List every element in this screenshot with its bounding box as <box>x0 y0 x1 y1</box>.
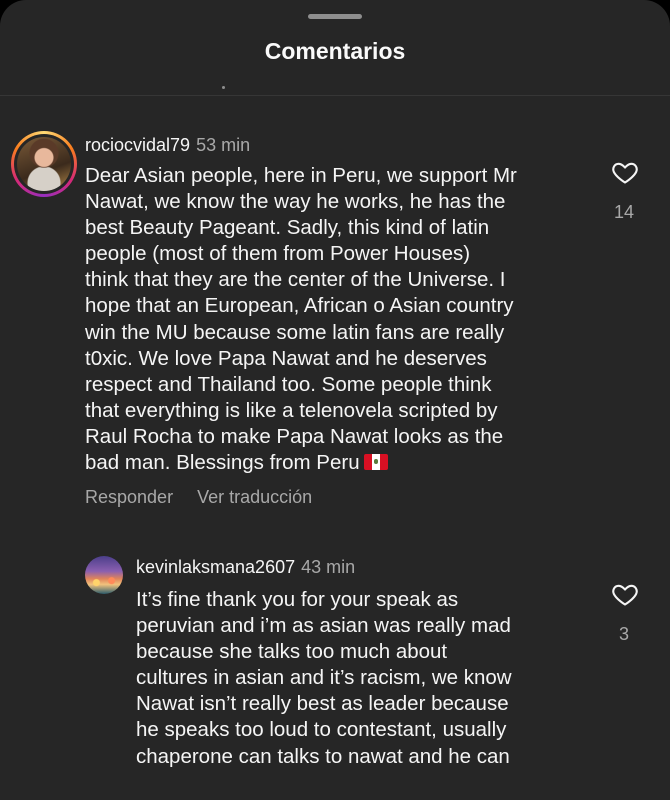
header-divider <box>0 95 670 96</box>
comment-line: Dear Asian people, here in Peru, we supp… <box>85 164 517 187</box>
comment-line-last: bad man. Blessings from Peru <box>85 450 517 476</box>
comments-sheet: Comentarios rociocvidal79 53 min Dear Asi… <box>0 0 670 800</box>
comment-time: 53 min <box>196 135 251 155</box>
translate-button[interactable]: Ver traducción <box>197 487 312 508</box>
comment-line: he speaks too loud to contestant, usuall… <box>136 718 507 742</box>
separator-dot <box>222 86 225 89</box>
comment-line: bad man. Blessings from Peru <box>85 451 360 475</box>
like-count: 3 <box>618 624 629 644</box>
comment-line: hope that an European, African o Asian c… <box>85 294 514 318</box>
comment-line: Nawat, we know the way he works, he has … <box>85 190 506 214</box>
comment-line: people (most of them from Power Houses) <box>85 242 471 266</box>
comment-line: because she talks too much about <box>136 640 448 664</box>
comment-line: cultures in asian and it’s racism, we kn… <box>136 666 512 690</box>
comment-line: Raul Rocha to make Papa Nawat looks as t… <box>85 424 504 448</box>
comment-line: chaperone can talks to nawat and he can <box>136 744 510 768</box>
comment-line: t0xic. We love Papa Nawat and he deserve… <box>85 346 487 370</box>
comment-line: think that they are the center of the Un… <box>85 268 506 292</box>
avatar[interactable] <box>85 556 123 594</box>
like-count: 14 <box>613 202 635 222</box>
comment-meta: kevinlaksmana2607 43 min <box>136 557 355 578</box>
comment-time: 43 min <box>301 557 356 577</box>
reply-button[interactable]: Responder <box>85 487 173 508</box>
comment-text: It’s fine thank you for your speak as pe… <box>136 587 512 770</box>
avatar-photo <box>17 137 71 191</box>
comment-meta: rociocvidal79 53 min <box>85 135 250 156</box>
heart-icon[interactable] <box>610 158 640 186</box>
sheet-title: Comentarios <box>264 38 406 64</box>
comment-line: Nawat isn’t really best as leader becaus… <box>136 692 509 716</box>
comment-line: peruvian and i’m as asian was really mad <box>136 614 511 638</box>
avatar[interactable] <box>11 131 77 197</box>
peru-flag-icon <box>363 454 388 471</box>
comment-username[interactable]: rociocvidal79 <box>85 135 190 155</box>
comment-line: that everything is like a telenovela scr… <box>85 398 498 422</box>
comment-text: Dear Asian people, here in Peru, we supp… <box>85 163 517 476</box>
comment-line: respect and Thailand too. Some people th… <box>85 372 492 396</box>
comment-username[interactable]: kevinlaksmana2607 <box>136 557 295 577</box>
comment-line: best Beauty Pageant. Sadly, this kind of… <box>85 216 490 240</box>
comment-line: win the MU because some latin fans are r… <box>85 320 505 344</box>
comment-line: It’s fine thank you for your speak as <box>136 588 459 611</box>
comment-actions: Responder Ver traducción <box>85 487 312 508</box>
drag-handle[interactable] <box>308 14 362 19</box>
heart-icon[interactable] <box>610 580 640 608</box>
avatar-photo <box>85 556 123 594</box>
